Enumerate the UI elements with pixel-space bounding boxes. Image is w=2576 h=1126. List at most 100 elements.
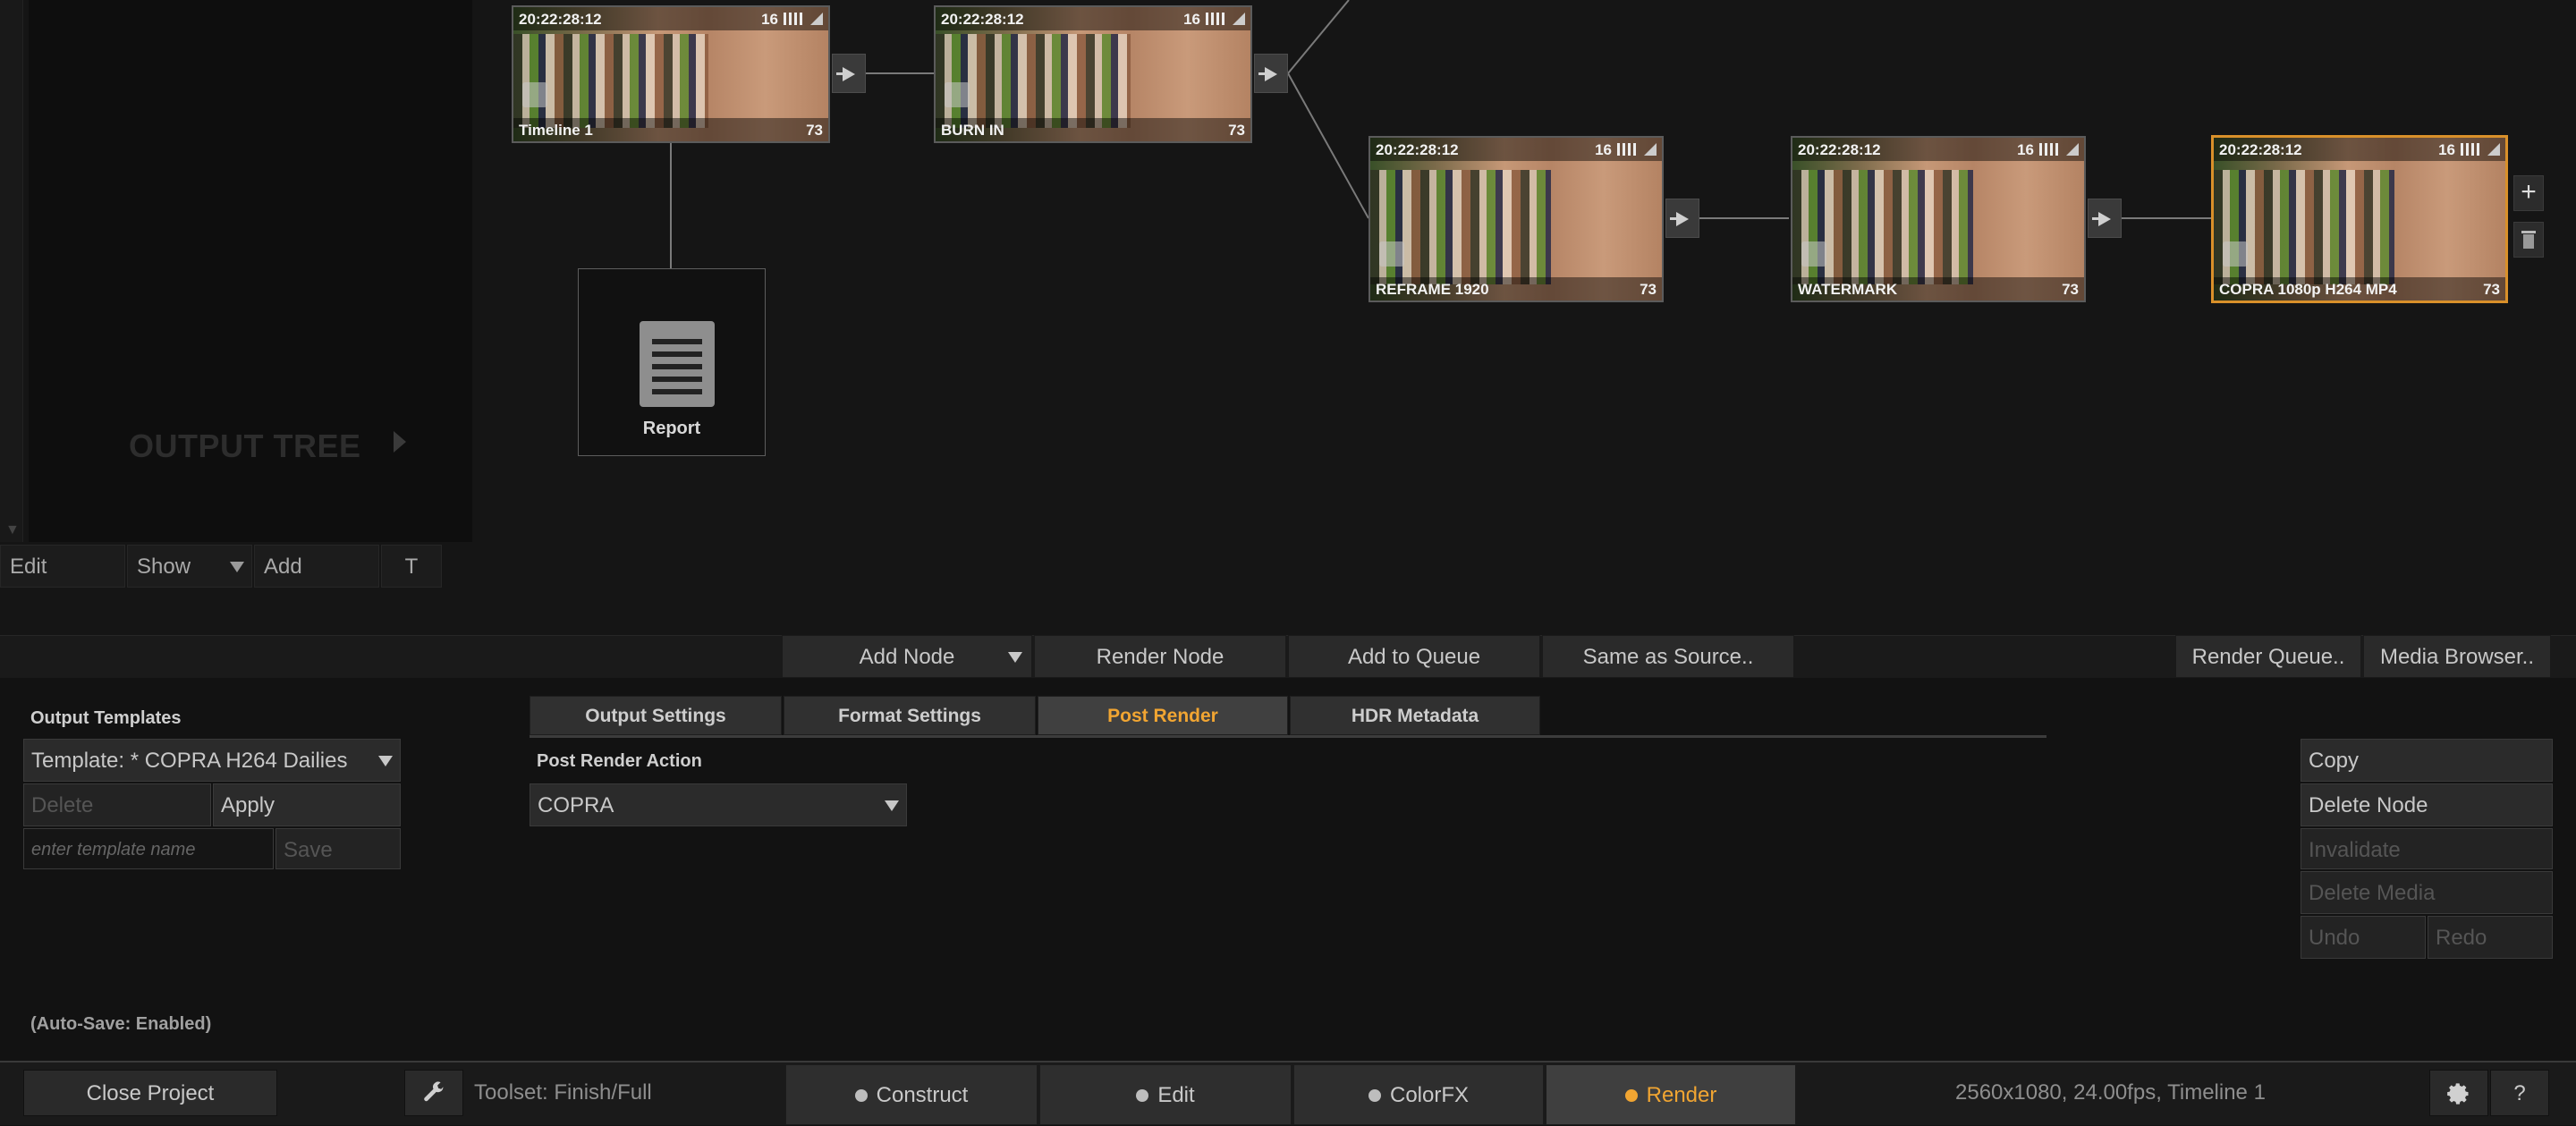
corner-fold-icon (1644, 143, 1657, 156)
template-select[interactable]: Template: * COPRA H264 Dailies (23, 739, 401, 782)
mode-construct[interactable]: Construct (785, 1064, 1038, 1125)
save-template-button[interactable]: Save (275, 828, 401, 869)
render-queue-button[interactable]: Render Queue.. (2175, 635, 2361, 678)
copy-button[interactable]: Copy (2301, 739, 2553, 782)
node-output-port[interactable] (1254, 54, 1288, 93)
bit-depth-bars-icon (1206, 13, 1227, 25)
t-button[interactable]: T (381, 545, 442, 588)
arrow-right-icon (1265, 67, 1277, 81)
invalidate-button[interactable]: Invalidate (2301, 828, 2553, 869)
corner-fold-icon (2066, 143, 2079, 156)
bit-depth-bars-icon (1617, 143, 1639, 156)
status-dot-icon (1136, 1089, 1149, 1102)
node-bit-depth: 16 (1183, 11, 1200, 28)
add-node-button[interactable]: Add Node (782, 635, 1032, 678)
delete-template-button[interactable]: Delete (23, 783, 211, 826)
node-frame-count: 73 (2062, 281, 2079, 298)
node-name: WATERMARK (1798, 281, 1898, 298)
node-timecode: 20:22:28:12 (941, 11, 1024, 28)
status-dot-icon (854, 1089, 868, 1102)
add-node-label: Add Node (859, 645, 955, 669)
trash-icon (2521, 231, 2536, 249)
arrow-right-icon (1676, 212, 1689, 226)
output-tree-label: OUTPUT TREE (129, 428, 361, 464)
toolset-button[interactable] (404, 1070, 463, 1116)
node-output-port[interactable] (832, 54, 866, 93)
template-name-input[interactable]: enter template name (23, 828, 274, 869)
arrow-right-icon (2098, 212, 2111, 226)
corner-fold-icon (1233, 13, 1245, 25)
report-label: Report (642, 419, 701, 438)
node-copra-1080p-h264-mp4[interactable]: 20:22:28:12 16 COPRA 1080p H264 MP4 73 (2211, 135, 2508, 303)
report-node[interactable]: Report (578, 268, 766, 456)
output-icon (2223, 241, 2248, 267)
node-timecode: 20:22:28:12 (1798, 141, 1881, 158)
node-output-port[interactable] (2088, 199, 2122, 238)
help-button[interactable]: ? (2490, 1070, 2549, 1116)
apply-template-button[interactable]: Apply (213, 783, 401, 826)
tab-underline (530, 735, 2046, 738)
node-output-port[interactable] (1665, 199, 1699, 238)
output-tree-scrollbar[interactable] (0, 0, 23, 542)
close-project-button[interactable]: Close Project (23, 1070, 277, 1116)
mode-label: Construct (876, 1083, 969, 1107)
wrench-icon (424, 1081, 444, 1102)
node-bit-depth: 16 (2017, 141, 2034, 158)
post-render-action-value: COPRA (538, 793, 614, 817)
delete-media-button[interactable]: Delete Media (2301, 871, 2553, 914)
mode-colorfx[interactable]: ColorFX (1293, 1064, 1544, 1125)
add-menu[interactable]: Add (254, 545, 379, 588)
node-burn-in[interactable]: 20:22:28:12 16 BURN IN 73 (934, 5, 1252, 143)
document-icon (640, 321, 715, 407)
project-status: 2560x1080, 24.00fps, Timeline 1 (1955, 1080, 2266, 1105)
node-bit-depth: 16 (1595, 141, 1612, 158)
node-watermark[interactable]: 20:22:28:12 16 WATERMARK 73 (1791, 136, 2086, 302)
node-frame-count: 73 (1640, 281, 1657, 298)
dropdown-arrow-icon (1008, 652, 1022, 663)
scroll-down-icon[interactable]: ▼ (5, 522, 20, 538)
add-output-button[interactable]: + (2513, 175, 2544, 211)
toolset-label: Toolset: Finish/Full (474, 1080, 652, 1105)
redo-button[interactable]: Redo (2428, 916, 2553, 959)
add-to-queue-button[interactable]: Add to Queue (1288, 635, 1540, 678)
gear-icon (2447, 1083, 2469, 1105)
mode-label: ColorFX (1389, 1083, 1470, 1107)
autosave-status: (Auto-Save: Enabled) (30, 1014, 212, 1034)
node-thumbnail (2214, 138, 2505, 301)
settings-button[interactable] (2429, 1070, 2488, 1116)
node-timeline-1[interactable]: 20:22:28:12 16 Timeline 1 73 (512, 5, 830, 143)
node-reframe-1920[interactable]: 20:22:28:12 16 REFRAME 1920 73 (1368, 136, 1664, 302)
mode-render[interactable]: Render (1546, 1064, 1796, 1125)
delete-node-button[interactable]: Delete Node (2301, 783, 2553, 826)
corner-fold-icon (810, 13, 823, 25)
bit-depth-bars-icon (2461, 143, 2482, 156)
output-templates-title: Output Templates (30, 708, 182, 728)
status-dot-icon (1624, 1089, 1638, 1102)
media-browser-button[interactable]: Media Browser.. (2363, 635, 2551, 678)
tab-post-render[interactable]: Post Render (1038, 696, 1288, 735)
node-name: COPRA 1080p H264 MP4 (2219, 281, 2397, 298)
node-frame-count: 73 (806, 122, 823, 139)
expand-arrow-icon[interactable] (394, 431, 406, 453)
tab-output-settings[interactable]: Output Settings (530, 696, 782, 735)
template-select-value: Template: * COPRA H264 Dailies (31, 749, 348, 773)
render-node-button[interactable]: Render Node (1034, 635, 1286, 678)
node-name: REFRAME 1920 (1376, 281, 1489, 298)
node-frame-count: 73 (2483, 281, 2500, 298)
same-as-source-button[interactable]: Same as Source.. (1542, 635, 1794, 678)
mode-edit[interactable]: Edit (1039, 1064, 1292, 1125)
trash-button[interactable] (2513, 222, 2544, 258)
node-bit-depth: 16 (761, 11, 778, 28)
tab-hdr-metadata[interactable]: HDR Metadata (1290, 696, 1540, 735)
show-menu[interactable]: Show (127, 545, 252, 588)
node-bit-depth: 16 (2438, 141, 2455, 158)
post-render-action-select[interactable]: COPRA (530, 783, 907, 826)
node-frame-count: 73 (1228, 122, 1245, 139)
undo-button[interactable]: Undo (2301, 916, 2426, 959)
node-thumbnail (1792, 138, 2084, 301)
edit-menu[interactable]: Edit (0, 545, 125, 588)
corner-fold-icon (2487, 143, 2500, 156)
mode-label: Render (1646, 1083, 1717, 1107)
tab-format-settings[interactable]: Format Settings (784, 696, 1036, 735)
dropdown-arrow-icon (378, 756, 393, 766)
